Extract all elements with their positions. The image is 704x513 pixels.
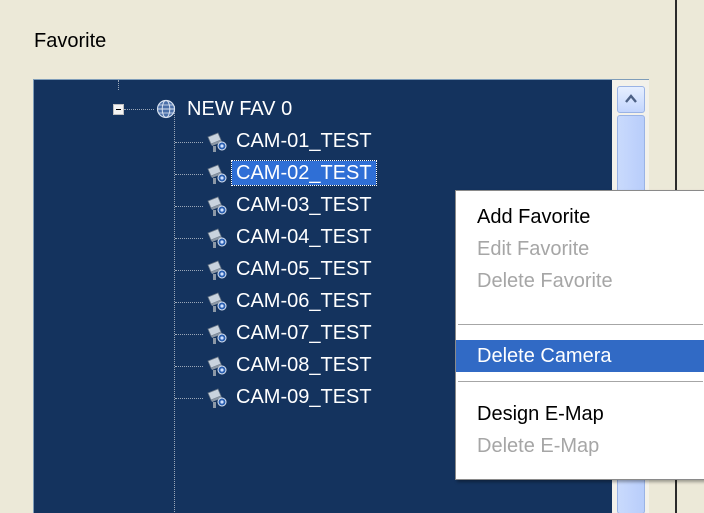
scroll-up-button[interactable] — [617, 86, 645, 113]
camera-label[interactable]: CAM-04_TEST — [232, 225, 376, 249]
tree-connector-line — [124, 109, 154, 110]
camera-icon — [207, 196, 227, 216]
camera-label-selected[interactable]: CAM-02_TEST — [231, 160, 377, 186]
menu-item-design-emap[interactable]: Design E-Map — [456, 398, 704, 430]
tree-connector-line — [175, 398, 203, 399]
camera-icon — [207, 292, 227, 312]
menu-item-edit-favorite[interactable]: Edit Favorite — [456, 233, 704, 265]
camera-label[interactable]: CAM-07_TEST — [232, 321, 376, 345]
tree-connector-line — [175, 270, 203, 271]
tree-connector-line — [175, 174, 203, 175]
collapse-toggle-icon[interactable] — [113, 104, 124, 115]
chevron-up-icon — [625, 94, 637, 103]
menu-item-delete-emap[interactable]: Delete E-Map — [456, 430, 704, 462]
menu-separator — [458, 324, 703, 325]
camera-icon — [207, 388, 227, 408]
camera-label[interactable]: CAM-01_TEST — [232, 129, 376, 153]
camera-label[interactable]: CAM-03_TEST — [232, 193, 376, 217]
menu-item-delete-favorite[interactable]: Delete Favorite — [456, 265, 704, 297]
camera-label[interactable]: CAM-09_TEST — [232, 385, 376, 409]
camera-label[interactable]: CAM-05_TEST — [232, 257, 376, 281]
tree-connector-line — [175, 142, 203, 143]
camera-icon — [207, 132, 227, 152]
camera-label[interactable]: CAM-08_TEST — [232, 353, 376, 377]
favorite-panel-title: Favorite — [34, 30, 107, 52]
tree-connector-line — [175, 238, 203, 239]
globe-icon — [156, 99, 176, 119]
tree-root-label[interactable]: NEW FAV 0 — [183, 97, 296, 121]
tree-connector-line — [175, 302, 203, 303]
camera-icon — [207, 324, 227, 344]
tree-connector-line — [175, 206, 203, 207]
tree-connector-line — [175, 366, 203, 367]
tree-connector-line — [175, 334, 203, 335]
tree-root-row[interactable]: NEW FAV 0 — [34, 94, 612, 126]
menu-item-add-favorite[interactable]: Add Favorite — [456, 201, 704, 233]
camera-icon — [207, 164, 227, 184]
menu-item-delete-camera[interactable]: Delete Camera — [456, 340, 704, 372]
tree-connector-line — [118, 80, 119, 90]
camera-icon — [207, 228, 227, 248]
tree-camera-row[interactable]: CAM-01_TEST — [34, 126, 612, 158]
camera-icon — [207, 356, 227, 376]
menu-separator — [458, 381, 703, 382]
tree-camera-row[interactable]: CAM-02_TEST — [34, 158, 612, 190]
camera-icon — [207, 260, 227, 280]
context-menu: Add Favorite Edit Favorite Delete Favori… — [455, 190, 704, 480]
camera-label[interactable]: CAM-06_TEST — [232, 289, 376, 313]
